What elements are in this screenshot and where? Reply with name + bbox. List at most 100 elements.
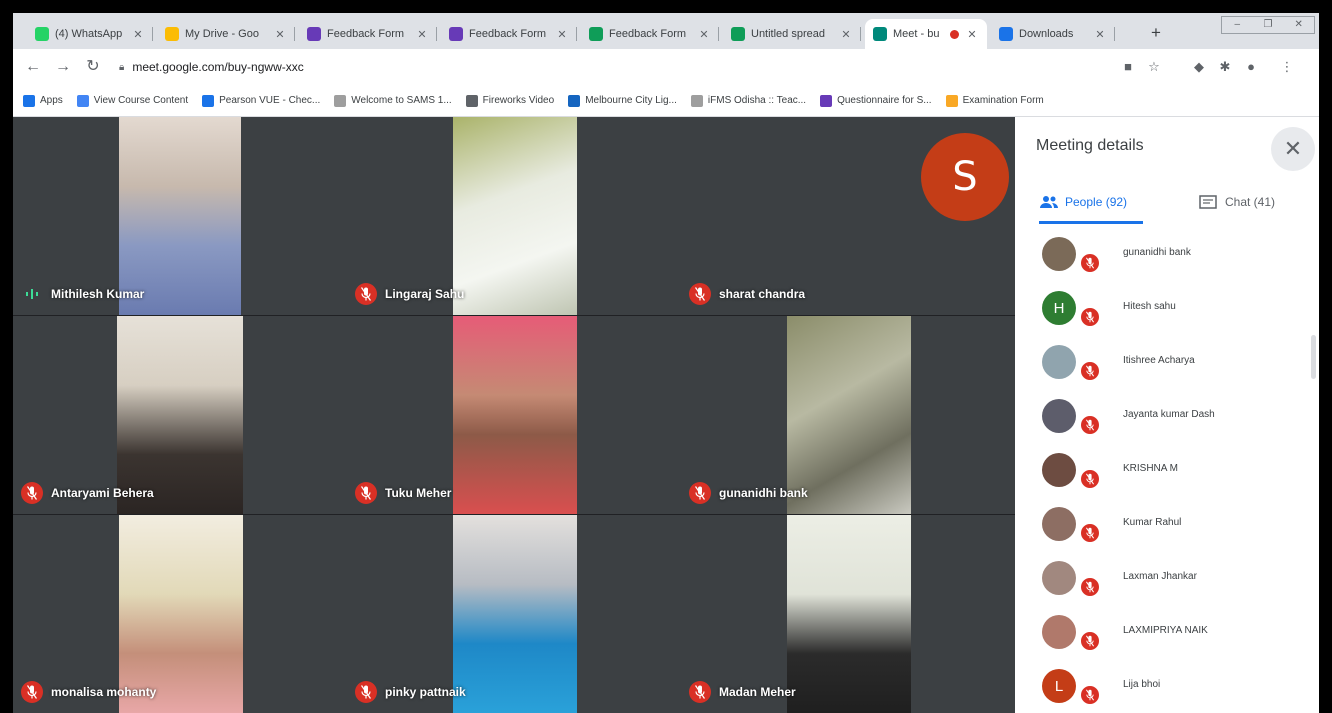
participant-list-name: Hitesh sahu (1123, 301, 1176, 312)
browser-tab[interactable]: (4) WhatsApp ✕ (27, 19, 153, 49)
participant-list-item[interactable]: LAXMIPRIYA NAIK (1015, 605, 1311, 659)
bookmark-item[interactable]: Fireworks Video (465, 94, 554, 107)
mic-off-icon (689, 283, 711, 305)
bookmark-item[interactable]: Apps (23, 94, 63, 107)
tab-close-icon[interactable]: ✕ (839, 28, 853, 41)
participant-list-item[interactable]: gunanidhi bank (1015, 227, 1311, 281)
tab-title: Untitled spread (751, 28, 825, 40)
browser-tab[interactable]: Feedback Form ✕ (441, 19, 577, 49)
apps-icon (23, 94, 35, 107)
sams-icon (334, 94, 347, 107)
meet-icon (873, 27, 887, 41)
participant-name-label: sharat chandra (689, 283, 805, 305)
participant-list-name: LAXMIPRIYA NAIK (1123, 625, 1208, 636)
tab-close-icon[interactable]: ✕ (273, 28, 287, 41)
profile-avatar-icon[interactable]: ● (1243, 59, 1259, 75)
participant-avatar (1042, 507, 1076, 541)
participant-list-item[interactable]: KRISHNA M (1015, 443, 1311, 497)
participant-tile[interactable]: Madan Meher (681, 515, 1015, 713)
people-tab-label: People (92) (1065, 195, 1128, 209)
bookmark-item[interactable]: Melbourne City Lig... (568, 94, 677, 107)
participant-name-label: Mithilesh Kumar (21, 283, 144, 305)
browser-tab[interactable]: My Drive - Goo ✕ (157, 19, 295, 49)
screen-frame: (4) WhatsApp ✕ My Drive - Goo ✕ Feedback For… (0, 0, 1332, 713)
participant-tile[interactable]: Ssharat chandra (681, 117, 1015, 315)
participant-tile[interactable]: Tuku Meher (347, 316, 681, 514)
mic-off-icon (689, 482, 711, 504)
drive-icon (165, 27, 179, 41)
panel-scrollbar[interactable] (1311, 335, 1316, 379)
participant-list-item[interactable]: H Hitesh sahu (1015, 281, 1311, 335)
bookmark-label: Welcome to SAMS 1... (351, 95, 452, 106)
tab-close-icon[interactable]: ✕ (965, 28, 979, 41)
participant-list-item[interactable]: Kumar Rahul (1015, 497, 1311, 551)
bookmarks-bar: Apps View Course Content Pearson VUE - Che… (13, 85, 1319, 117)
browser-tab[interactable]: Untitled spread ✕ (723, 19, 861, 49)
back-icon[interactable]: ← (23, 57, 43, 77)
tab-close-icon[interactable]: ✕ (697, 28, 711, 41)
mic-off-icon (1079, 414, 1101, 436)
browser-tab[interactable]: Feedback Form ✕ (581, 19, 719, 49)
participant-tile[interactable]: Lingaraj Sahu (347, 117, 681, 315)
tab-chat[interactable]: Chat (41) (1199, 187, 1275, 217)
tab-close-icon[interactable]: ✕ (555, 28, 569, 41)
tab-close-icon[interactable]: ✕ (415, 28, 429, 41)
menu-icon[interactable]: ⋮ (1279, 59, 1295, 75)
bookmark-label: View Course Content (93, 95, 189, 106)
participant-avatar (1042, 237, 1076, 271)
participant-list-name: Itishree Acharya (1123, 355, 1195, 366)
sheets-icon (589, 27, 603, 41)
people-icon (1040, 196, 1058, 208)
restore-icon[interactable]: ❐ (1253, 17, 1284, 33)
mic-off-icon (355, 482, 377, 504)
participant-name: Tuku Meher (385, 486, 452, 500)
bookmark-item[interactable]: View Course Content (76, 94, 189, 107)
tab-people[interactable]: People (92) (1039, 187, 1127, 217)
mic-off-icon (1079, 630, 1101, 652)
close-panel-icon[interactable]: ✕ (1271, 127, 1315, 171)
bookmark-item[interactable]: Questionnaire for S... (820, 94, 932, 107)
browser-tab[interactable]: Meet - bu ✕ (865, 19, 987, 49)
participant-tile[interactable]: Mithilesh Kumar (13, 117, 347, 315)
participant-list-item[interactable]: Laxman Jhankar (1015, 551, 1311, 605)
browser-tab[interactable]: Downloads ✕ (991, 19, 1115, 49)
mic-off-icon (1079, 576, 1101, 598)
bookmark-item[interactable]: Pearson VUE - Chec... (202, 94, 320, 107)
new-tab-button[interactable]: + (1151, 23, 1161, 43)
participant-list-item[interactable]: Jayanta kumar Dash (1015, 389, 1311, 443)
bookmark-star-icon[interactable]: ☆ (1146, 59, 1162, 75)
v-icon (568, 94, 581, 107)
forward-icon[interactable]: → (53, 57, 73, 77)
participant-list-item[interactable]: Itishree Acharya (1015, 335, 1311, 389)
reload-icon[interactable]: ↻ (83, 57, 103, 77)
extension-icon[interactable]: ◆ (1191, 59, 1207, 75)
participant-avatar (1042, 615, 1076, 649)
participant-list-item[interactable]: L Lija bhoi (1015, 659, 1311, 713)
tab-title: Downloads (1019, 28, 1074, 40)
close-window-icon[interactable]: ✕ (1283, 17, 1314, 33)
browser-tab[interactable]: Feedback Form ✕ (299, 19, 437, 49)
participant-tile[interactable]: gunanidhi bank (681, 316, 1015, 514)
mic-off-icon (21, 482, 43, 504)
recording-dot-icon (950, 29, 959, 39)
bookmark-label: Apps (40, 95, 63, 106)
whatsapp-icon (35, 27, 49, 41)
tab-title: My Drive - Goo (185, 28, 259, 40)
download-icon (999, 27, 1013, 41)
bookmark-item[interactable]: iFMS Odisha :: Teac... (690, 94, 806, 107)
tab-close-icon[interactable]: ✕ (131, 28, 145, 41)
bookmark-item[interactable]: Examination Form (945, 94, 1044, 107)
mic-off-icon (1079, 684, 1101, 706)
exam-icon (945, 94, 958, 107)
participant-list-name: Jayanta kumar Dash (1123, 409, 1215, 420)
active-tab-indicator (1039, 221, 1143, 224)
participant-tile[interactable]: pinky pattnaik (347, 515, 681, 713)
participant-name: Madan Meher (719, 685, 796, 699)
participant-tile[interactable]: monalisa mohanty (13, 515, 347, 713)
minimize-icon[interactable]: – (1222, 17, 1253, 33)
puzzle-icon[interactable]: ✱ (1217, 59, 1233, 75)
bookmark-item[interactable]: Welcome to SAMS 1... (334, 94, 452, 107)
tab-close-icon[interactable]: ✕ (1093, 28, 1107, 41)
participant-tile[interactable]: Antaryami Behera (13, 316, 347, 514)
camera-icon[interactable]: ■ (1120, 59, 1136, 75)
